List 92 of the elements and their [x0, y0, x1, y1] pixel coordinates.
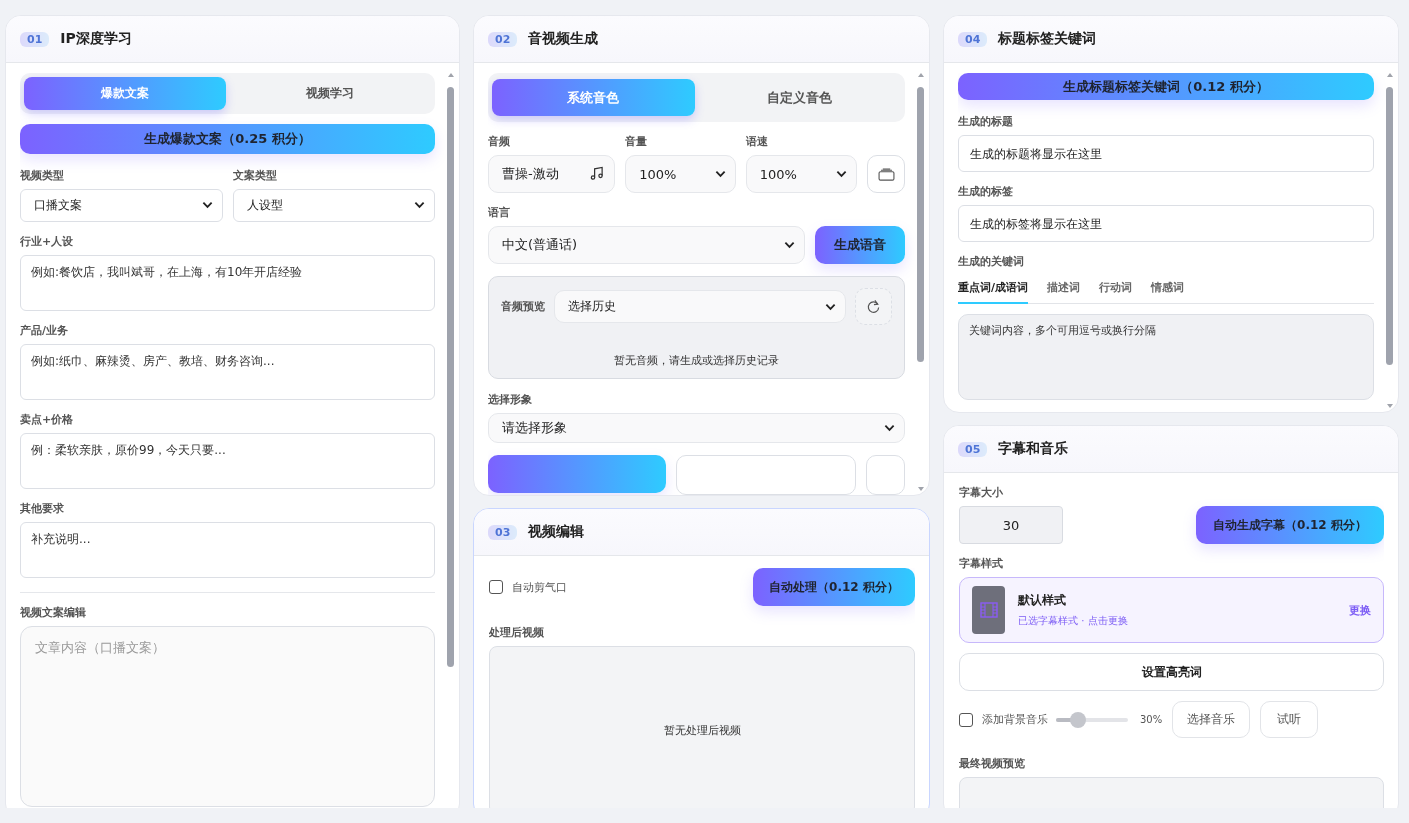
- input-field[interactable]: 生成的标签将显示在这里: [958, 205, 1374, 243]
- chevron-down-icon: [414, 201, 425, 210]
- style-card[interactable]: 默认样式 已选字幕样式 · 点击更换 更换: [959, 577, 1384, 644]
- generate-speech-button[interactable]: 生成语音: [815, 226, 905, 264]
- field-label: 产品/业务: [20, 322, 70, 338]
- field-label: 生成的关键词: [958, 254, 1025, 270]
- panel-title: 字幕和音乐: [998, 440, 1069, 458]
- empty-message: 暂无处理后视频: [663, 723, 741, 738]
- generate-button[interactable]: 生成爆款文案（0.25 积分）: [20, 124, 435, 154]
- input-field[interactable]: 生成的标题将显示在这里: [958, 135, 1374, 173]
- field-label: 语速: [745, 134, 769, 149]
- text-area[interactable]: 例：柔软亲肤，原价99，今天只要...: [20, 432, 435, 489]
- select-field[interactable]: 请选择形象: [488, 413, 905, 443]
- step-badge: 03: [488, 524, 518, 540]
- select-field[interactable]: 中文(普通话): [488, 226, 805, 264]
- field-label: 视频文案编辑: [20, 604, 87, 620]
- scrollbar[interactable]: [917, 73, 925, 491]
- volume-slider[interactable]: [1056, 711, 1128, 728]
- field-label: 处理后视频: [489, 625, 545, 640]
- auto-subtitle-button[interactable]: 自动生成字幕（0.12 积分）: [1196, 506, 1384, 544]
- tab[interactable]: 重点词/成语词: [958, 277, 1029, 305]
- panel-title: 音视频生成: [528, 30, 599, 48]
- small-button[interactable]: [865, 455, 905, 495]
- tab[interactable]: 描述词: [1047, 277, 1081, 305]
- panel-title: IP深度学习: [60, 30, 132, 48]
- select-field[interactable]: 100%: [625, 155, 736, 193]
- checkbox[interactable]: [489, 580, 503, 594]
- preview-button[interactable]: 试听: [1260, 701, 1319, 738]
- text-area[interactable]: 补充说明...: [20, 521, 435, 578]
- auto-process-button[interactable]: 自动处理（0.12 积分）: [753, 568, 915, 606]
- archive-button[interactable]: [867, 155, 905, 193]
- field-label: 字幕样式: [959, 556, 1004, 571]
- step-badge: 01: [20, 31, 50, 47]
- field-label: 视频类型: [20, 167, 65, 183]
- scrollbar[interactable]: [1386, 73, 1394, 408]
- chevron-down-icon: [836, 170, 847, 178]
- gradient-button[interactable]: [488, 455, 666, 493]
- field-label: 最终视频预览: [959, 756, 1026, 771]
- field-label: 行业+人设: [20, 233, 75, 249]
- volume-reading: 30%: [1140, 714, 1163, 725]
- choose-music-button[interactable]: 选择音乐: [1172, 701, 1251, 738]
- step-badge: 04: [958, 31, 988, 47]
- music-note-icon: [589, 166, 605, 181]
- chevron-down-icon: [714, 170, 726, 178]
- chevron-down-icon: [201, 201, 213, 210]
- step-badge: 05: [958, 441, 988, 457]
- panel-title: 标题标签关键词: [998, 30, 1097, 48]
- chevron-down-icon: [825, 302, 836, 311]
- film-icon: [979, 602, 998, 619]
- checkbox[interactable]: [959, 712, 973, 727]
- tab[interactable]: 视频学习: [229, 77, 431, 110]
- preview-label: 音频预览: [501, 299, 545, 314]
- size-field[interactable]: 30: [959, 506, 1063, 544]
- field-label: 生成的标题: [958, 114, 1014, 130]
- slider-thumb[interactable]: [1069, 711, 1086, 728]
- refresh-button[interactable]: [855, 288, 892, 325]
- highlight-words-button[interactable]: 设置高亮词: [959, 653, 1384, 691]
- field-label: 生成的标签: [958, 184, 1014, 200]
- style-name: 默认样式: [1018, 592, 1067, 610]
- chevron-down-icon: [884, 424, 895, 432]
- step-badge: 02: [488, 31, 518, 47]
- field-label: 其他要求: [20, 500, 65, 516]
- refresh-icon: [866, 299, 881, 314]
- select-field[interactable]: 口播文案: [20, 188, 223, 222]
- voice-field[interactable]: 曹操-激动: [488, 155, 616, 193]
- empty-message: 暂无音频，请生成或选择历史记录: [614, 353, 779, 368]
- field-label: 音频: [488, 134, 511, 149]
- text-area[interactable]: 例如:纸巾、麻辣烫、房产、教培、财务咨询...: [20, 343, 435, 400]
- keywords-area[interactable]: 关键词内容，多个可用逗号或换行分隔: [958, 314, 1374, 400]
- panel-title: 视频编辑: [528, 523, 585, 541]
- select-field[interactable]: 人设型: [232, 188, 435, 222]
- tab[interactable]: 行动词: [1099, 277, 1133, 305]
- input-field[interactable]: [676, 455, 856, 495]
- field-label: 字幕大小: [959, 485, 1004, 500]
- field-label: 语言: [488, 205, 511, 220]
- field-label: 音量: [625, 134, 649, 149]
- field-label: 选择形象: [488, 392, 533, 408]
- style-note: 已选字幕样式 · 点击更换: [1018, 614, 1128, 629]
- tray-icon: [877, 167, 895, 181]
- tab[interactable]: 情感词: [1151, 277, 1185, 305]
- change-link[interactable]: 更换: [1349, 602, 1371, 618]
- text-area[interactable]: 例如:餐饮店，我叫斌哥，在上海，有10年开店经验: [20, 254, 435, 311]
- checkbox-label: 自动剪气口: [512, 579, 567, 595]
- field-label: 卖点+价格: [20, 411, 75, 427]
- tab[interactable]: 自定义音色: [698, 79, 901, 116]
- checkbox-label: 添加背景音乐: [982, 712, 1048, 727]
- editor-area[interactable]: 文章内容（口播文案）: [20, 625, 435, 807]
- history-select[interactable]: 选择历史: [554, 290, 846, 323]
- generate-button[interactable]: 生成标题标签关键词（0.12 积分）: [958, 73, 1374, 101]
- select-field[interactable]: 100%: [745, 155, 857, 193]
- chevron-down-icon: [784, 241, 795, 249]
- field-label: 文案类型: [232, 167, 278, 183]
